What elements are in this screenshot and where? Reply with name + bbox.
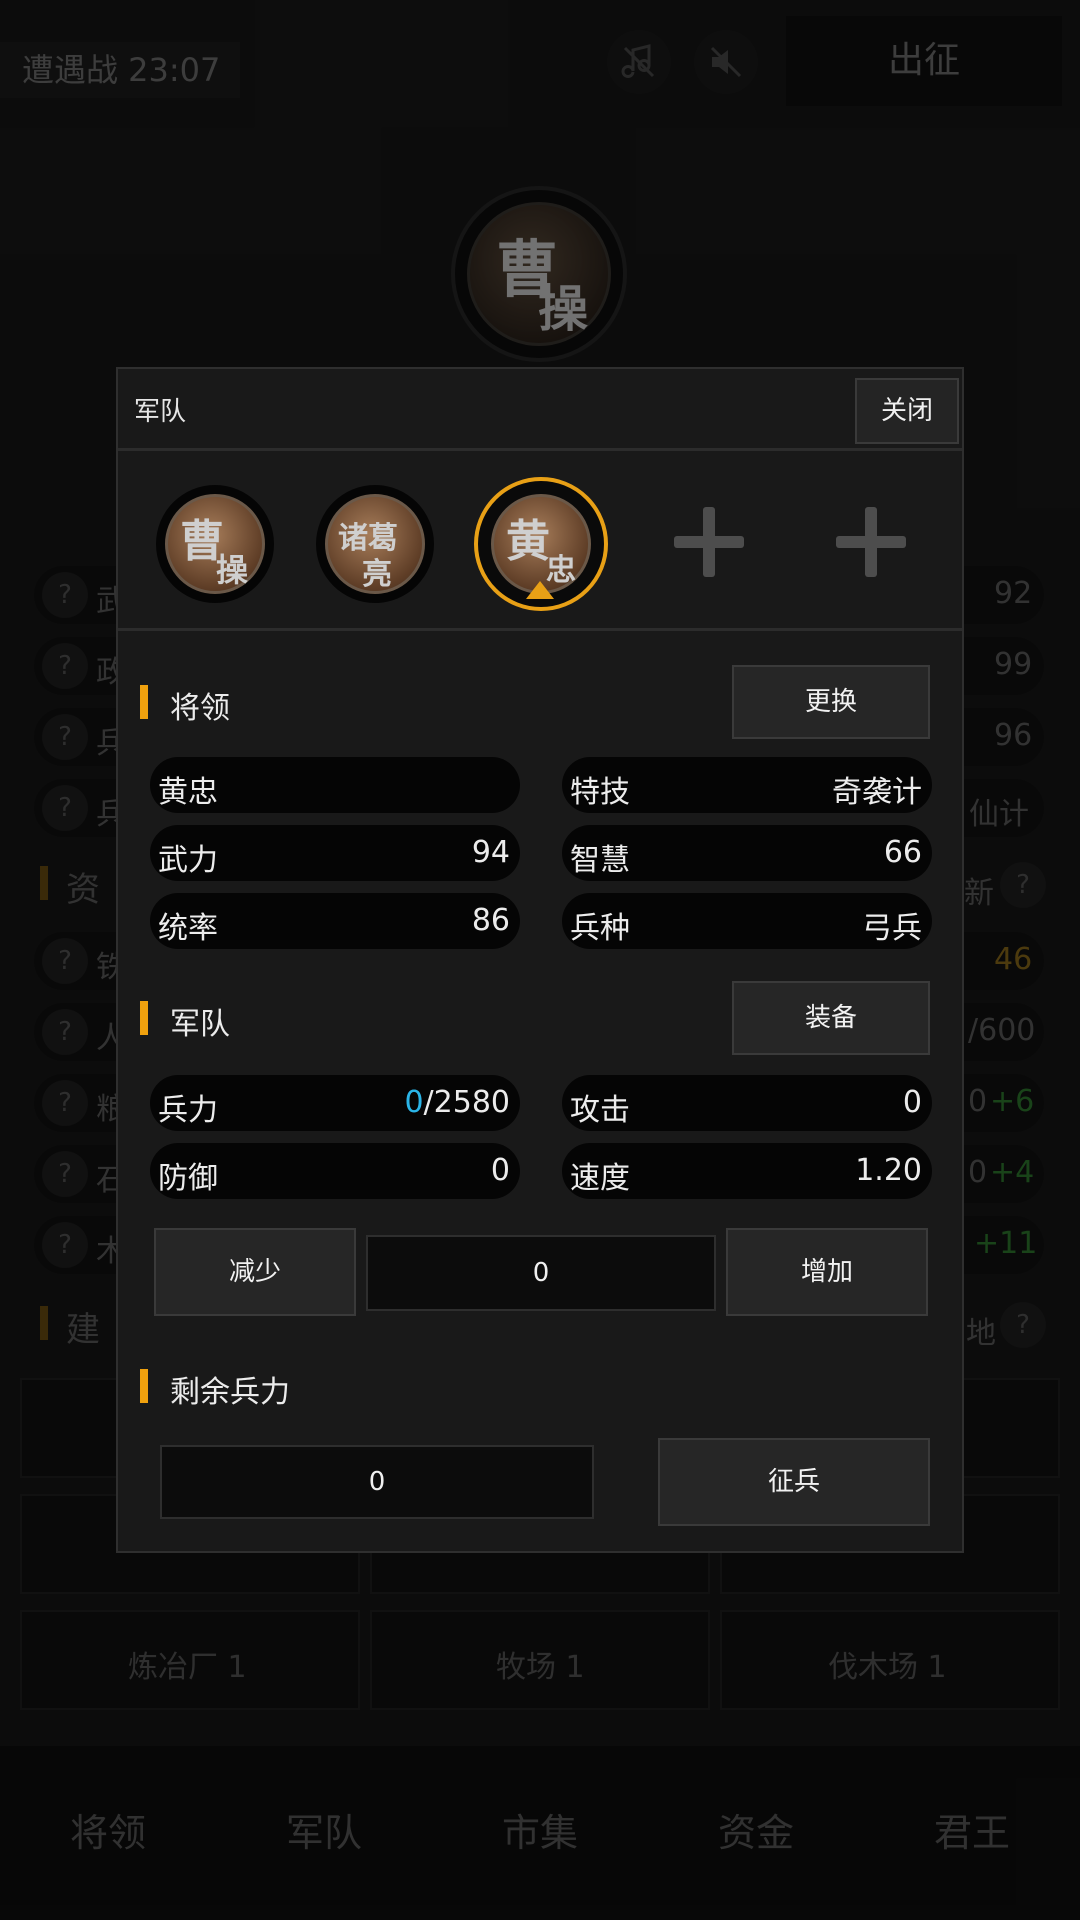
hero-selector: 曹 操 诸葛 亮 黄 忠: [118, 453, 962, 631]
troop-type-field: 兵种 弓兵: [562, 893, 932, 949]
command-label: 统率: [158, 911, 218, 946]
defense-label: 防御: [158, 1161, 218, 1196]
hero-name-bottom: 操: [216, 551, 249, 589]
remaining-troops-field: 0: [160, 1445, 594, 1519]
swap-general-button[interactable]: 更换: [732, 665, 930, 739]
close-button[interactable]: 关闭: [855, 378, 959, 444]
attack-label: 攻击: [570, 1093, 630, 1128]
troops-current: 0: [404, 1085, 424, 1120]
speed-value: 1.20: [855, 1153, 922, 1188]
modal-header: 军队 关闭: [118, 369, 962, 451]
troops-max: /2580: [423, 1085, 510, 1120]
special-skill-value: 奇袭计: [832, 775, 922, 810]
special-skill-field: 特技 奇袭计: [562, 757, 932, 813]
general-name: 黄忠: [158, 775, 218, 810]
remaining-section-title: 剩余兵力: [170, 1375, 290, 1410]
army-section-title: 军队: [170, 1007, 230, 1042]
troops-label: 兵力: [158, 1093, 218, 1128]
defense-value: 0: [490, 1153, 510, 1188]
hero-coin: 诸葛 亮: [325, 494, 425, 594]
force-field: 武力 94: [150, 825, 520, 881]
defense-field: 防御 0: [150, 1143, 520, 1199]
general-section-title: 将领: [170, 691, 230, 726]
troops-value: 0/2580: [404, 1085, 510, 1120]
special-skill-label: 特技: [570, 775, 630, 810]
troops-field: 兵力 0/2580: [150, 1075, 520, 1131]
section-bar: [140, 1001, 148, 1035]
hero-coin: 曹 操: [165, 494, 265, 594]
troop-type-label: 兵种: [570, 911, 630, 946]
hero-name-bottom: 亮: [362, 557, 392, 592]
add-hero-icon[interactable]: [674, 507, 744, 577]
force-label: 武力: [158, 843, 218, 878]
speed-field: 速度 1.20: [562, 1143, 932, 1199]
force-value: 94: [471, 835, 510, 870]
hero-name-top: 黄: [506, 516, 550, 567]
attack-field: 攻击 0: [562, 1075, 932, 1131]
wisdom-field: 智慧 66: [562, 825, 932, 881]
speed-label: 速度: [570, 1161, 630, 1196]
add-hero-icon[interactable]: [836, 507, 906, 577]
hero-coin: 黄 忠: [491, 494, 591, 594]
section-bar: [140, 1369, 148, 1403]
hero-slot-2[interactable]: 诸葛 亮: [316, 485, 434, 603]
hero-slot-1[interactable]: 曹 操: [156, 485, 274, 603]
equip-button[interactable]: 装备: [732, 981, 930, 1055]
attack-value: 0: [902, 1085, 922, 1120]
troop-amount-input[interactable]: 0: [366, 1235, 716, 1311]
troop-type-value: 弓兵: [862, 911, 922, 946]
army-modal: 军队 关闭 曹 操 诸葛 亮 黄 忠 将领 更换 黄忠 特技 奇袭计 武力 94…: [116, 367, 964, 1553]
modal-title: 军队: [134, 397, 187, 427]
general-name-field: 黄忠: [150, 757, 520, 813]
command-field: 统率 86: [150, 893, 520, 949]
command-value: 86: [471, 903, 510, 938]
increase-button[interactable]: 增加: [726, 1228, 928, 1316]
wisdom-label: 智慧: [570, 843, 630, 878]
selection-arrow-icon: [526, 581, 554, 599]
decrease-button[interactable]: 减少: [154, 1228, 356, 1316]
conscript-button[interactable]: 征兵: [658, 1438, 930, 1526]
section-bar: [140, 685, 148, 719]
wisdom-value: 66: [883, 835, 922, 870]
